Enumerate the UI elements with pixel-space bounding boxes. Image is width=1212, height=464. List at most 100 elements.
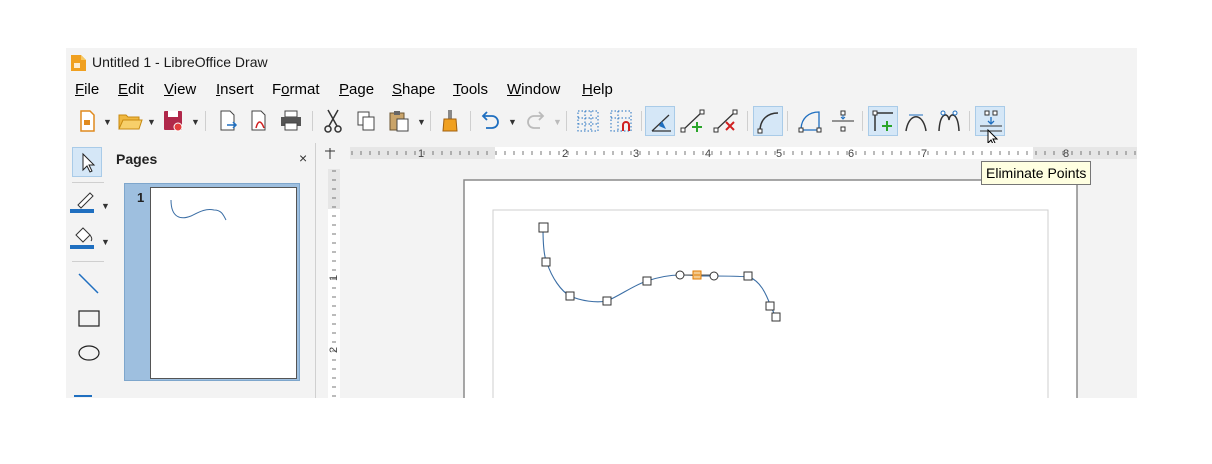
menu-shape[interactable]: Shape — [392, 81, 435, 98]
rectangle-icon — [78, 310, 100, 327]
curve-point[interactable] — [771, 312, 781, 322]
line-tool-button[interactable] — [74, 268, 104, 298]
toolbar-separator — [747, 111, 748, 131]
delete-points-button[interactable] — [711, 106, 741, 136]
pages-panel: Pages × 1 — [112, 143, 316, 398]
menu-window[interactable]: Window — [507, 81, 560, 98]
close-bezier-button[interactable] — [795, 106, 825, 136]
redo-button[interactable] — [521, 106, 551, 136]
grid-button[interactable] — [573, 106, 603, 136]
clone-formatting-button[interactable] — [435, 106, 465, 136]
split-curve-button[interactable] — [828, 106, 858, 136]
ellipse-tool-button[interactable] — [74, 338, 104, 368]
save-dropdown[interactable]: ▼ — [191, 117, 200, 127]
menu-page[interactable]: Page — [339, 81, 374, 98]
snap-to-grid-button[interactable] — [606, 106, 636, 136]
paste-dropdown[interactable]: ▼ — [417, 117, 426, 127]
ruler-label: 1 — [418, 148, 424, 160]
copy-button[interactable] — [351, 106, 381, 136]
line-arrow-icon[interactable] — [74, 395, 92, 397]
menu-help[interactable]: Help — [582, 81, 613, 98]
symmetric-transition-icon — [938, 110, 960, 132]
control-handle[interactable] — [709, 271, 719, 281]
edit-points-icon — [651, 114, 671, 132]
split-curve-icon — [832, 110, 854, 132]
window-title: Untitled 1 - LibreOffice Draw — [92, 54, 268, 70]
ruler-label: 7 — [921, 148, 927, 160]
toolbar-separator — [641, 111, 642, 131]
symmetric-transition-button[interactable] — [934, 106, 964, 136]
save-button[interactable] — [158, 106, 188, 136]
open-icon — [118, 114, 143, 130]
new-button[interactable] — [72, 106, 102, 136]
undo-icon — [481, 111, 499, 129]
menu-edit[interactable]: Edit — [118, 81, 144, 98]
page-thumbnail[interactable]: 1 — [124, 183, 300, 381]
standard-toolbar: ▼ ▼ ▼ ▼ ▼ ▼ — [66, 103, 1137, 147]
line-color-dropdown[interactable]: ▼ — [101, 201, 110, 211]
undo-button[interactable] — [475, 106, 505, 136]
curve-point[interactable] — [743, 271, 753, 281]
menu-tools[interactable]: Tools — [453, 81, 488, 98]
pages-panel-title: Pages — [116, 151, 158, 167]
toolbar-separator — [787, 111, 788, 131]
corner-point-button[interactable] — [868, 106, 898, 136]
curve-point[interactable] — [642, 276, 652, 286]
horizontal-ruler[interactable]: 1 2 3 4 5 6 7 8 — [318, 143, 1137, 163]
select-button[interactable] — [72, 147, 102, 177]
ruler-label: 8 — [1063, 148, 1069, 160]
menu-file[interactable]: File — [75, 81, 99, 98]
toolbar-separator — [470, 111, 471, 131]
page-number: 1 — [137, 190, 145, 205]
curve-point[interactable] — [538, 222, 549, 233]
corner-point-icon — [872, 110, 893, 131]
eliminate-points-tooltip: Eliminate Points — [981, 161, 1092, 185]
menu-insert[interactable]: Insert — [216, 81, 254, 98]
open-button[interactable] — [115, 106, 145, 136]
close-icon[interactable]: × — [299, 150, 307, 166]
undo-dropdown[interactable]: ▼ — [508, 117, 517, 127]
redo-dropdown[interactable]: ▼ — [553, 117, 562, 127]
rectangle-tool-button[interactable] — [74, 303, 104, 333]
vertical-ruler[interactable]: 1 2 — [318, 163, 346, 398]
page — [463, 179, 1078, 398]
paste-button[interactable] — [384, 106, 414, 136]
convert-to-curve-button[interactable] — [753, 106, 783, 136]
control-handle[interactable] — [675, 270, 685, 280]
eliminate-points-button[interactable] — [975, 106, 1005, 147]
open-dropdown[interactable]: ▼ — [147, 117, 156, 127]
toolbar-separator — [72, 182, 104, 183]
toolbar-separator — [205, 111, 206, 131]
paste-icon — [389, 111, 409, 132]
fill-color-icon — [70, 227, 94, 249]
export-button[interactable] — [213, 106, 243, 136]
smooth-transition-button[interactable] — [901, 106, 931, 136]
toolbar-separator — [72, 261, 104, 262]
insert-points-icon — [680, 109, 705, 133]
edit-points-button[interactable] — [645, 106, 675, 136]
line-color-button[interactable] — [70, 187, 100, 217]
select-icon — [82, 152, 96, 173]
menu-view[interactable]: View — [164, 81, 196, 98]
export-pdf-button[interactable] — [244, 106, 274, 136]
menu-bar: File Edit View Insert Format Page Shape … — [66, 79, 1137, 101]
cut-button[interactable] — [318, 106, 348, 136]
thumbnail-curve — [170, 199, 227, 221]
ruler-label: 6 — [848, 148, 854, 160]
fill-color-dropdown[interactable]: ▼ — [101, 237, 110, 247]
ruler-label: 2 — [328, 347, 340, 353]
line-tool-icon — [78, 273, 99, 294]
export-icon — [220, 110, 238, 131]
curve-point[interactable] — [565, 291, 575, 301]
drawing-canvas[interactable] — [346, 163, 1137, 398]
print-button[interactable] — [276, 106, 306, 136]
curve-point[interactable] — [765, 301, 775, 311]
insert-points-button[interactable] — [678, 106, 708, 136]
ruler-label: 5 — [776, 148, 782, 160]
curve-point[interactable] — [602, 296, 612, 306]
fill-color-button[interactable] — [70, 223, 100, 253]
new-dropdown[interactable]: ▼ — [103, 117, 112, 127]
curve-point[interactable] — [541, 257, 551, 267]
ellipse-icon — [78, 345, 100, 361]
menu-format[interactable]: Format — [272, 81, 320, 98]
